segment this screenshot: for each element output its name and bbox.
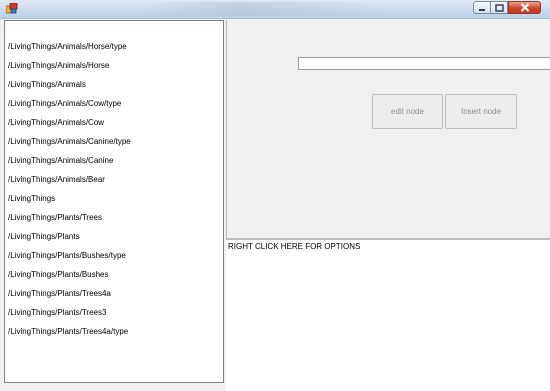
app-icon[interactable] <box>6 3 18 14</box>
list-item[interactable]: /LivingThings/Plants <box>8 230 80 244</box>
context-menu-area[interactable]: RIGHT CLICK HERE FOR OPTIONS <box>226 240 550 391</box>
minimize-button[interactable] <box>473 1 490 14</box>
close-button[interactable] <box>508 1 541 14</box>
close-icon <box>520 3 529 12</box>
list-item[interactable]: /LivingThings/Plants/Trees3 <box>8 306 106 320</box>
list-item[interactable]: /LivingThings/Animals <box>8 78 86 92</box>
list-item[interactable]: /LivingThings/Animals/Bear <box>8 173 105 187</box>
list-item[interactable]: /LivingThings/Animals/Cow/type <box>8 97 121 111</box>
maximize-icon <box>494 3 504 12</box>
list-item[interactable]: /LivingThings/Animals/Canine/type <box>8 135 131 149</box>
title-bar <box>0 0 550 19</box>
list-item[interactable]: /LivingThings/Animals/Cow <box>8 116 104 130</box>
list-item[interactable]: /LivingThings/Plants/Trees4a <box>8 287 111 301</box>
title-text-blurred <box>140 2 390 16</box>
edit-node-button[interactable]: edit node <box>372 94 443 129</box>
list-footer <box>4 383 224 391</box>
insert-node-button[interactable]: Insert node <box>445 94 517 129</box>
node-value-input[interactable] <box>298 57 550 70</box>
maximize-button[interactable] <box>490 1 508 14</box>
list-item[interactable]: /LivingThings/Plants/Trees4a/type <box>8 325 128 339</box>
list-item[interactable]: /LivingThings/Plants/Bushes <box>8 268 109 282</box>
tree-path-list[interactable]: /LivingThings/Animals/Horse/type/LivingT… <box>4 20 224 383</box>
list-item[interactable]: /LivingThings/Animals/Horse/type <box>8 40 127 54</box>
editor-panel <box>226 20 550 238</box>
list-item[interactable]: /LivingThings/Animals/Horse <box>8 59 109 73</box>
list-item[interactable]: /LivingThings <box>8 192 55 206</box>
right-click-hint: RIGHT CLICK HERE FOR OPTIONS <box>228 242 361 251</box>
minimize-icon <box>479 8 485 11</box>
list-item[interactable]: /LivingThings/Animals/Canine <box>8 154 113 168</box>
list-item[interactable]: /LivingThings/Plants/Bushes/type <box>8 249 126 263</box>
list-item[interactable]: /LivingThings/Plants/Trees <box>8 211 102 225</box>
